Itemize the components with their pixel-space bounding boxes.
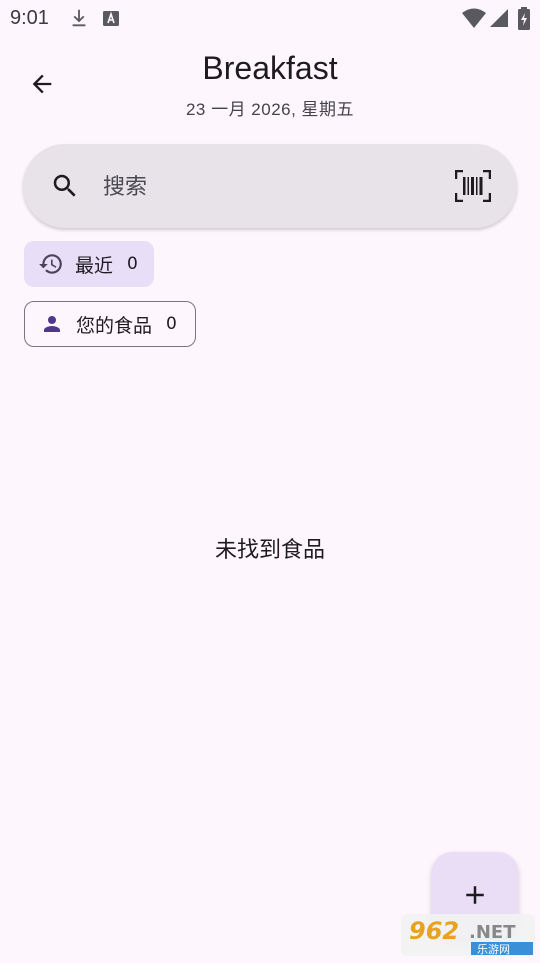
chip-your-foods[interactable]: 您的食品 0 <box>24 301 196 347</box>
download-icon <box>68 7 90 34</box>
history-icon <box>38 251 64 277</box>
search-bar[interactable] <box>23 144 517 228</box>
page-subtitle-date: 23 一月 2026, 星期五 <box>185 100 355 119</box>
watermark-brand: 962 <box>409 917 459 945</box>
status-time: 9:01 <box>10 7 49 29</box>
chip-recent-label: 最近 <box>75 254 114 277</box>
page-title: Breakfast <box>202 50 338 86</box>
barcode-scan-icon[interactable] <box>454 169 492 203</box>
font-a-icon <box>101 7 121 34</box>
empty-state-message: 未找到食品 <box>214 538 325 563</box>
battery-charging-icon <box>517 7 531 36</box>
plus-icon <box>466 886 484 904</box>
watermark-logo: 962 .NET 乐游网 <box>401 912 537 958</box>
search-input[interactable] <box>101 164 445 210</box>
chip-recent[interactable]: 最近 0 <box>24 241 154 287</box>
signal-icon <box>488 7 510 34</box>
person-icon <box>39 311 65 337</box>
status-bar: 9:01 <box>0 0 540 36</box>
wifi-icon <box>461 7 487 34</box>
watermark-sub: 乐游网 <box>477 943 510 956</box>
chip-your-foods-count: 0 <box>166 314 177 334</box>
chip-your-foods-label: 您的食品 <box>76 314 153 337</box>
chip-recent-count: 0 <box>127 254 138 274</box>
watermark-suffix: .NET <box>469 922 516 943</box>
search-icon <box>50 171 80 206</box>
